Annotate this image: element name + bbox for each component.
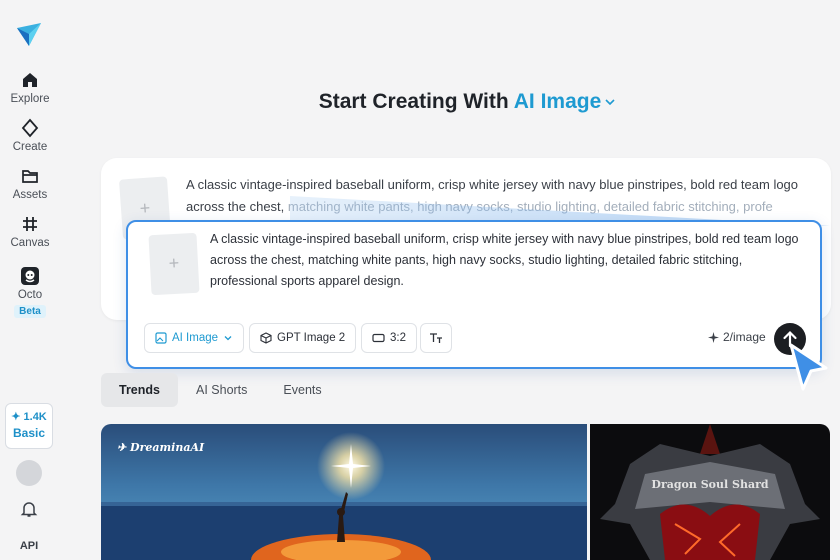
gallery-image-dragon-shard[interactable]: Dragon Soul Shard bbox=[590, 424, 830, 560]
text-style-button[interactable] bbox=[420, 323, 452, 353]
sparkle-icon bbox=[708, 331, 719, 343]
mode-dropdown[interactable]: AI Image bbox=[514, 90, 617, 113]
credits-amount: ✦ 1.4K bbox=[11, 411, 47, 423]
text-format-icon bbox=[430, 333, 442, 343]
diamond-icon bbox=[21, 118, 39, 138]
sidebar-item-canvas[interactable]: Canvas bbox=[0, 214, 60, 249]
grid-icon bbox=[23, 217, 37, 231]
title-prefix: Start Creating With bbox=[318, 90, 509, 113]
chevron-down-icon bbox=[224, 336, 232, 341]
api-link[interactable]: API bbox=[0, 540, 58, 552]
sidebar-item-label: Octo bbox=[17, 289, 43, 301]
chevron-down-icon bbox=[605, 99, 615, 106]
reference-image-slot[interactable]: + bbox=[148, 232, 200, 296]
plus-icon: + bbox=[168, 252, 180, 274]
tab-ai-shorts[interactable]: AI Shorts bbox=[178, 373, 265, 407]
mode-selector-label: AI Image bbox=[172, 332, 219, 344]
cursor-icon bbox=[789, 343, 828, 391]
app-logo-icon[interactable] bbox=[15, 20, 43, 48]
artwork-title-text: Dragon Soul Shard bbox=[651, 478, 768, 491]
aspect-ratio-label: 3:2 bbox=[390, 332, 406, 344]
cost-label: 2/image bbox=[723, 330, 766, 344]
model-selector-label: GPT Image 2 bbox=[277, 332, 346, 344]
sidebar-item-label: Assets bbox=[12, 189, 48, 201]
cost-indicator: 2/image bbox=[708, 330, 766, 344]
watermark-label: ✈ DreaminaAI bbox=[117, 441, 205, 454]
prompt-input[interactable]: A classic vintage-inspired baseball unif… bbox=[210, 229, 808, 292]
plus-icon: + bbox=[139, 197, 151, 219]
model-selector-button[interactable]: GPT Image 2 bbox=[249, 323, 357, 353]
octo-icon bbox=[21, 267, 39, 285]
sidebar-item-octo[interactable]: Octo Beta bbox=[0, 266, 60, 319]
sidebar-item-label: Canvas bbox=[10, 237, 50, 249]
credits-button[interactable]: ✦ 1.4K Basic bbox=[5, 403, 53, 449]
home-icon bbox=[23, 73, 37, 87]
sidebar-item-label: Create bbox=[12, 141, 48, 153]
avatar[interactable] bbox=[16, 460, 42, 486]
prompt-card[interactable]: + A classic vintage-inspired baseball un… bbox=[126, 220, 822, 369]
sidebar: Explore Create Assets Canvas Octo Beta ✦… bbox=[0, 0, 60, 560]
sidebar-item-assets[interactable]: Assets bbox=[0, 166, 60, 201]
tab-events[interactable]: Events bbox=[265, 373, 339, 407]
page-title: Start Creating With AI Image bbox=[0, 90, 840, 114]
feed-tabs: Trends AI Shorts Events bbox=[101, 373, 340, 407]
bell-icon[interactable] bbox=[20, 500, 38, 518]
cube-icon bbox=[260, 332, 272, 344]
sidebar-item-create[interactable]: Create bbox=[0, 118, 60, 153]
gallery-image-sunburst[interactable]: ✈ DreaminaAI bbox=[101, 424, 587, 560]
mode-selector-button[interactable]: AI Image bbox=[144, 323, 245, 353]
image-icon bbox=[155, 332, 167, 344]
beta-badge: Beta bbox=[14, 305, 46, 318]
aspect-ratio-icon bbox=[372, 333, 385, 343]
folder-icon bbox=[22, 170, 38, 183]
aspect-ratio-button[interactable]: 3:2 bbox=[361, 323, 417, 353]
tab-trends[interactable]: Trends bbox=[101, 373, 178, 407]
dragon-shard-artwork: Dragon Soul Shard bbox=[600, 424, 820, 560]
plan-tier: Basic bbox=[12, 426, 46, 440]
mode-label: AI Image bbox=[513, 90, 602, 113]
